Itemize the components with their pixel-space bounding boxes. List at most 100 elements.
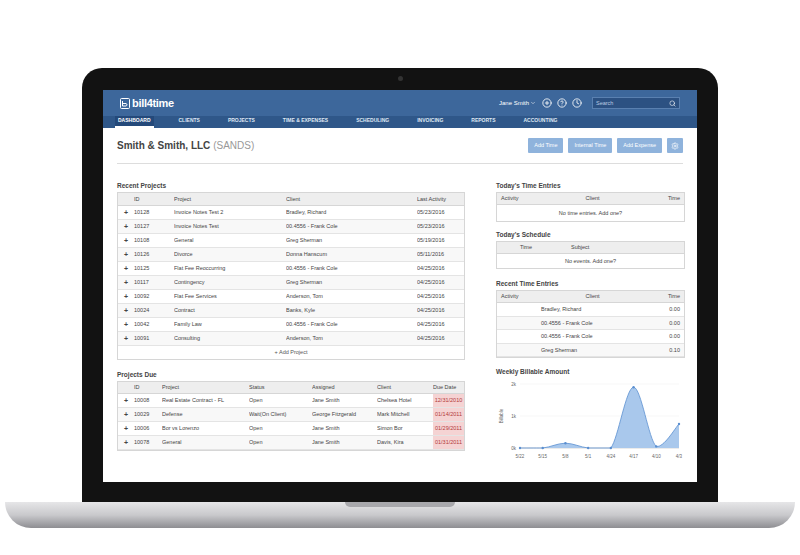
expand-icon[interactable]: +	[118, 293, 134, 300]
table-row[interactable]: +10108GeneralGreg Sherman05/19/2016	[118, 234, 464, 248]
add-project-link[interactable]: + Add Project	[118, 346, 464, 359]
table-row[interactable]: 00.4556 - Frank Cole0.00	[497, 317, 684, 331]
table-row[interactable]: +10024ContractBanks, Kyle04/25/2016	[118, 304, 464, 318]
data-point[interactable]	[678, 423, 680, 425]
page-title: Smith & Smith, LLC (SANDS)	[117, 139, 254, 153]
app-header: bill4time Jane Smith Search	[103, 90, 697, 116]
empty-message[interactable]: No events. Add one?	[497, 254, 684, 268]
section-title: Today's Time Entries	[496, 182, 685, 190]
data-point[interactable]	[519, 447, 521, 449]
table-row[interactable]: Greg Sherman0.10	[497, 344, 684, 358]
y-tick: 1k	[511, 414, 517, 419]
expand-icon[interactable]: +	[118, 265, 134, 272]
clock-icon[interactable]	[572, 98, 582, 108]
projects-due-table: IDProjectStatusAssignedClientDue Date+10…	[117, 381, 465, 451]
table-row[interactable]: +10127Invoice Notes Test00.4556 - Frank …	[118, 220, 464, 234]
y-axis-label: Billable	[499, 408, 504, 423]
nav-item[interactable]: TIME & EXPENSES	[280, 116, 331, 128]
x-tick: 4/17	[629, 454, 638, 459]
expand-icon[interactable]: +	[118, 223, 134, 230]
page-header: Smith & Smith, LLC (SANDS) Add Time Intern…	[117, 138, 683, 164]
table-row[interactable]: Bradley, Richard0.00	[497, 303, 684, 317]
expand-icon[interactable]: +	[118, 237, 134, 244]
y-tick: 2k	[511, 382, 517, 387]
nav-item[interactable]: PROJECTS	[225, 116, 258, 128]
nav-item[interactable]: REPORTS	[468, 116, 498, 128]
table-row[interactable]: +10092Flat Fee ServicesAnderson, Tom04/2…	[118, 290, 464, 304]
help-icon[interactable]	[557, 98, 567, 108]
data-point[interactable]	[587, 447, 589, 449]
logo[interactable]: bill4time	[120, 97, 174, 109]
data-point[interactable]	[610, 447, 612, 449]
table-header: TimeSubject	[497, 242, 684, 254]
data-point[interactable]	[564, 442, 566, 444]
laptop-lid: bill4time Jane Smith Search DASHBOARD CLIENT…	[82, 68, 718, 502]
section-title: Projects Due	[117, 371, 465, 379]
gear-icon	[671, 142, 679, 150]
data-point[interactable]	[632, 386, 634, 388]
table-row[interactable]: +10128Invoice Notes Test 2Bradley, Richa…	[118, 206, 464, 220]
data-point[interactable]	[542, 447, 544, 449]
table-row[interactable]: +10125Flat Fee Reoccurring00.4556 - Fran…	[118, 262, 464, 276]
y-tick: 0k	[511, 446, 517, 451]
expand-icon[interactable]: +	[118, 408, 134, 421]
x-tick: 4/10	[652, 454, 661, 459]
grid-line	[520, 384, 679, 385]
table-row[interactable]: +10126DivorceDonna Hanscum05/11/2016	[118, 248, 464, 262]
table-row[interactable]: 00.4556 - Frank Cole0.00	[497, 330, 684, 344]
table-row[interactable]: +10029DefenseWait(On Client)George Fitzg…	[118, 408, 464, 422]
due-date: 01/29/2011	[433, 422, 464, 435]
table-row[interactable]: +10006Bor vs LorenzoOpenJane SmithSimon …	[118, 422, 464, 436]
x-tick: 4/3	[676, 454, 683, 459]
x-tick: 5/1	[585, 454, 592, 459]
expand-icon[interactable]: +	[118, 251, 134, 258]
expand-icon[interactable]: +	[118, 321, 134, 328]
expand-icon[interactable]: +	[118, 279, 134, 286]
nav-item[interactable]: SCHEDULING	[353, 116, 392, 128]
logo-icon	[120, 98, 130, 109]
expand-icon[interactable]: +	[118, 335, 134, 342]
right-column: Today's Time EntriesActivityClientTimeNo…	[496, 182, 685, 466]
nav-item[interactable]: ACCOUNTING	[521, 116, 561, 128]
action-button[interactable]: Add Expense	[617, 138, 662, 153]
section-title: Recent Time Entries	[496, 280, 685, 288]
expand-icon[interactable]: +	[118, 394, 134, 407]
laptop-base	[5, 502, 795, 528]
billable-chart: Billable2k1k0k5/225/155/85/14/244/174/10…	[496, 378, 685, 466]
add-icon[interactable]	[542, 98, 552, 108]
table-row[interactable]: +10078GeneralOpenJane SmithDavis, Kira01…	[118, 436, 464, 450]
screen: bill4time Jane Smith Search DASHBOARD CLIENT…	[103, 90, 697, 482]
settings-button[interactable]	[667, 138, 683, 153]
table-row[interactable]: +10008Real Estate Contract - FLOpenJane …	[118, 394, 464, 408]
nav-item[interactable]: CLIENTS	[176, 116, 203, 128]
empty-message[interactable]: No time entries. Add one?	[497, 205, 684, 221]
user-menu[interactable]: Jane Smith	[499, 99, 536, 107]
recent-time-table: ActivityClientTimeBradley, Richard0.0000…	[496, 290, 685, 358]
table-row[interactable]: +10117ContingencyGreg Sherman04/25/2016	[118, 276, 464, 290]
billable-area	[520, 387, 679, 448]
nav-item[interactable]: INVOICING	[414, 116, 446, 128]
table-header: ActivityClientTime	[497, 291, 684, 303]
table-header: ActivityClientTime	[497, 193, 684, 205]
expand-icon[interactable]: +	[118, 307, 134, 314]
expand-icon[interactable]: +	[118, 422, 134, 435]
due-date: 12/31/2010	[433, 394, 464, 407]
grid-line	[520, 416, 679, 417]
section-title: Weekly Billable Amount	[496, 368, 685, 376]
x-tick: 4/24	[606, 454, 615, 459]
action-button[interactable]: Add Time	[528, 138, 563, 153]
action-button[interactable]: Internal Time	[568, 138, 612, 153]
billable-line	[520, 387, 679, 448]
x-tick: 5/15	[538, 454, 547, 459]
table-row[interactable]: +10042Family Law00.4556 - Frank Cole04/2…	[118, 318, 464, 332]
section-title: Today's Schedule	[496, 231, 685, 239]
expand-icon[interactable]: +	[118, 209, 134, 216]
data-point[interactable]	[655, 445, 657, 447]
expand-icon[interactable]: +	[118, 436, 134, 449]
nav-item[interactable]: DASHBOARD	[115, 116, 154, 128]
search-icon	[669, 100, 676, 107]
x-tick: 5/22	[516, 454, 525, 459]
table-header: IDProjectClientLast Activity	[118, 193, 464, 206]
table-row[interactable]: +10091ConsultingAnderson, Tom04/25/2016	[118, 332, 464, 346]
search-box[interactable]: Search	[592, 97, 680, 109]
